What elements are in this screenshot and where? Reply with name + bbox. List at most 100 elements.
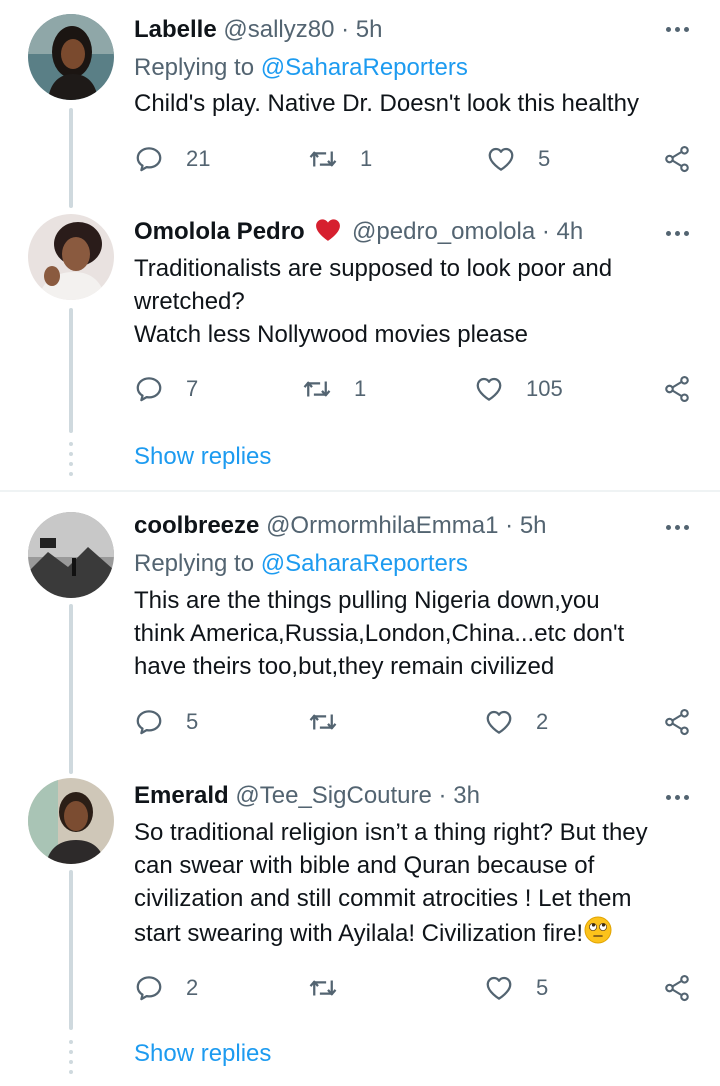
separator: ·	[541, 218, 550, 245]
tweet-line: civilization and still commit atrocities…	[134, 885, 632, 912]
show-replies-link[interactable]: Show replies	[134, 1040, 271, 1068]
retweet-button[interactable]: 1	[308, 143, 372, 175]
retweet-button[interactable]	[308, 706, 338, 738]
avatar[interactable]	[28, 14, 114, 100]
action-bar: 21 1 5	[134, 143, 694, 175]
share-button[interactable]	[662, 143, 692, 175]
share-icon	[662, 973, 692, 1003]
thread-line	[69, 870, 73, 1030]
face-with-rolling-eyes-emoji	[584, 916, 612, 944]
retweet-button[interactable]: 1	[302, 373, 366, 405]
reply-count: 21	[186, 146, 211, 171]
tweet-text: Traditionalists are supposed to look poo…	[134, 252, 694, 351]
tweet-line: Watch less Nollywood movies please	[134, 321, 528, 348]
timestamp[interactable]: 5h	[356, 16, 383, 43]
separator: ·	[341, 16, 350, 43]
tweet-coolbreeze[interactable]: coolbreeze @OrmormhilaEmma1 · 5h Replyin…	[0, 492, 720, 774]
reply-icon	[134, 144, 164, 174]
display-name[interactable]: Emerald	[134, 782, 229, 809]
more-icon[interactable]	[666, 522, 690, 532]
share-button[interactable]	[662, 706, 692, 738]
retweet-count: 1	[360, 146, 373, 171]
retweet-icon	[308, 707, 338, 737]
like-button[interactable]: 5	[484, 972, 548, 1004]
reply-button[interactable]: 2	[134, 972, 198, 1004]
more-icon[interactable]	[666, 24, 690, 34]
share-icon	[662, 144, 692, 174]
tweet-line: Traditionalists are supposed to look poo…	[134, 255, 613, 282]
user-handle[interactable]: @pedro_omolola	[352, 218, 535, 245]
thread-dots	[69, 442, 73, 482]
display-name[interactable]: coolbreeze	[134, 512, 259, 539]
separator: ·	[505, 512, 514, 539]
thread-line	[69, 604, 73, 774]
tweet-header: Omolola Pedro @pedro_omolola · 4h	[134, 216, 660, 248]
heart-icon	[484, 707, 514, 737]
tweet-text: Child's play. Native Dr. Doesn't look th…	[134, 87, 694, 120]
action-bar: 2 5	[134, 972, 694, 1004]
user-handle[interactable]: @OrmormhilaEmma1	[266, 512, 498, 539]
timestamp[interactable]: 4h	[557, 218, 584, 245]
avatar[interactable]	[28, 214, 114, 300]
heart-icon	[474, 374, 504, 404]
retweet-count: 1	[354, 376, 367, 401]
tweet-header: Emerald @Tee_SigCouture · 3h	[134, 780, 660, 812]
like-count: 5	[538, 146, 551, 171]
like-button[interactable]: 5	[486, 143, 550, 175]
like-count: 2	[536, 709, 549, 734]
tweet-line: can swear with bible and Quran because o…	[134, 852, 595, 879]
tweet-omolola-pedro[interactable]: Omolola Pedro @pedro_omolola · 4h Tradit…	[0, 210, 720, 490]
timestamp[interactable]: 5h	[520, 512, 547, 539]
tweet-text: So traditional religion isn’t a thing ri…	[134, 816, 694, 950]
retweet-icon	[308, 144, 338, 174]
thread-line	[69, 308, 73, 433]
tweet-line: think America,Russia,London,China...etc …	[134, 620, 625, 647]
tweet-emerald[interactable]: Emerald @Tee_SigCouture · 3h So traditio…	[0, 772, 720, 1086]
display-name[interactable]: Labelle	[134, 16, 217, 43]
tweet-line-with-emoji: start swearing with Ayilala! Civilizatio…	[134, 915, 694, 950]
user-handle[interactable]: @Tee_SigCouture	[235, 782, 431, 809]
action-bar: 5 2	[134, 706, 694, 738]
share-button[interactable]	[662, 373, 692, 405]
like-button[interactable]: 2	[484, 706, 548, 738]
display-name[interactable]: Omolola Pedro	[134, 218, 305, 245]
more-icon[interactable]	[666, 792, 690, 802]
action-bar: 7 1 105	[134, 373, 694, 405]
thread-line	[69, 108, 73, 208]
avatar[interactable]	[28, 512, 114, 598]
share-button[interactable]	[662, 972, 692, 1004]
tweet-line: Child's play. Native Dr. Doesn't look th…	[134, 90, 639, 117]
like-count: 105	[526, 376, 563, 401]
retweet-icon	[302, 374, 332, 404]
reply-icon	[134, 973, 164, 1003]
reply-count: 7	[186, 376, 199, 401]
mention-link[interactable]: @SaharaReporters	[261, 550, 468, 577]
mention-link[interactable]: @SaharaReporters	[261, 54, 468, 81]
tweet-line: This are the things pulling Nigeria down…	[134, 587, 600, 614]
reply-button[interactable]: 21	[134, 143, 210, 175]
timestamp[interactable]: 3h	[453, 782, 480, 809]
replying-to: Replying to @SaharaReporters	[134, 548, 468, 580]
tweet-line: start swearing with Ayilala! Civilizatio…	[134, 920, 584, 947]
tweet-header: coolbreeze @OrmormhilaEmma1 · 5h	[134, 510, 660, 542]
like-button[interactable]: 105	[474, 373, 563, 405]
replying-prefix: Replying to	[134, 54, 261, 81]
reply-count: 2	[186, 975, 199, 1000]
avatar[interactable]	[28, 778, 114, 864]
tweet-header: Labelle @sallyz80 · 5h	[134, 14, 660, 46]
tweet-text: This are the things pulling Nigeria down…	[134, 584, 694, 683]
thread-dots	[69, 1040, 73, 1080]
retweet-button[interactable]	[308, 972, 338, 1004]
more-icon[interactable]	[666, 228, 690, 238]
reply-button[interactable]: 7	[134, 373, 198, 405]
separator: ·	[438, 782, 447, 809]
share-icon	[662, 707, 692, 737]
retweet-icon	[308, 973, 338, 1003]
heart-icon	[486, 144, 516, 174]
tweet-labelle[interactable]: Labelle @sallyz80 · 5h Replying to @Saha…	[0, 0, 720, 210]
show-replies-link[interactable]: Show replies	[134, 443, 271, 471]
user-handle[interactable]: @sallyz80	[223, 16, 334, 43]
tweet-line: wretched?	[134, 288, 245, 315]
heart-icon	[484, 973, 514, 1003]
reply-button[interactable]: 5	[134, 706, 198, 738]
